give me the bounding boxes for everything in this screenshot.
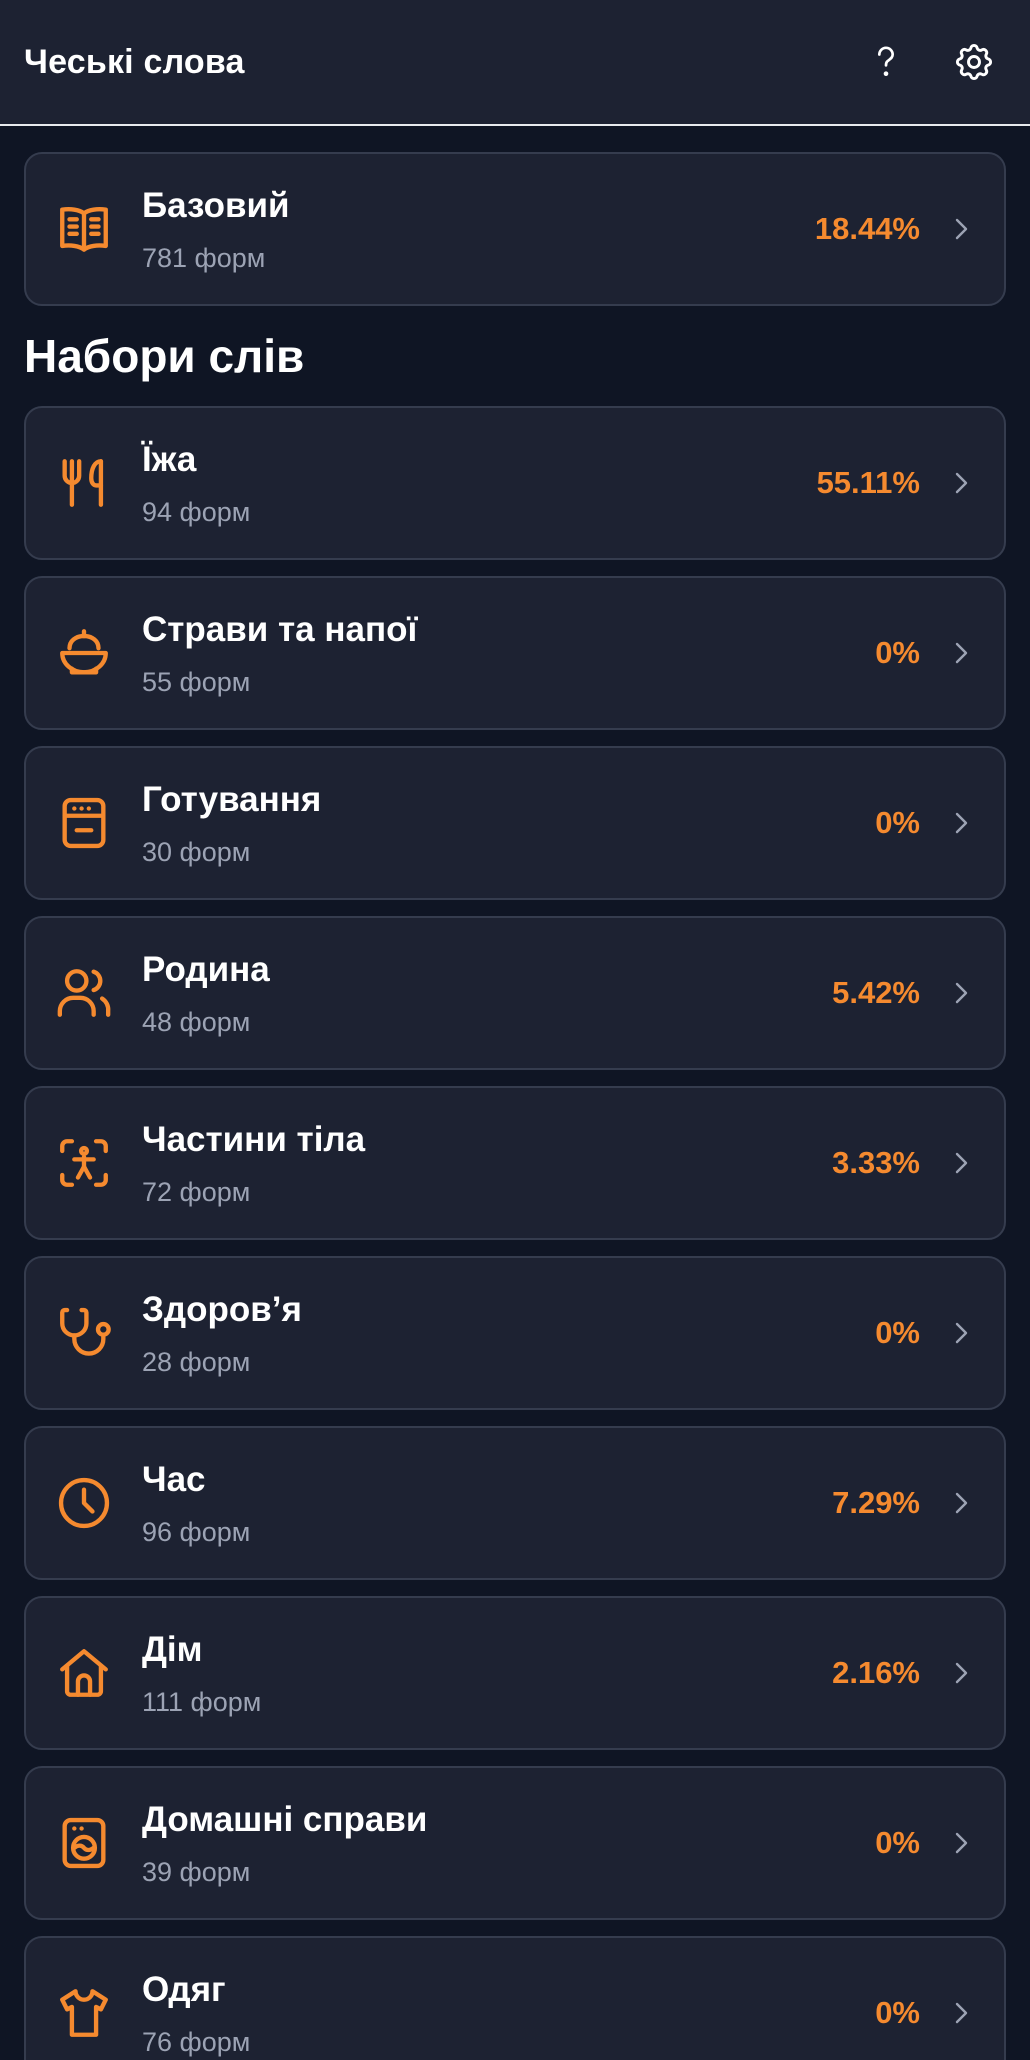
set-percent: 0% [875, 635, 920, 670]
main-content: Базовий 781 форм 18.44% Набори слів Їжа [0, 126, 1030, 2060]
set-title: Домашні справи [142, 1800, 428, 1839]
clock-icon [54, 1473, 114, 1533]
chevron-right-icon [948, 216, 974, 242]
book-icon [54, 199, 114, 259]
set-subtitle: 94 форм [142, 497, 251, 527]
set-percent: 0% [875, 1315, 920, 1350]
set-title: Готування [142, 780, 322, 819]
chevron-right-icon [948, 1320, 974, 1346]
set-title: Родина [142, 950, 270, 989]
set-text: Час 96 форм [142, 1459, 832, 1547]
app: Чеські слова Базовий 781 форм 18.44% Наб… [0, 0, 1030, 2060]
set-card-health[interactable]: Здоров’я 28 форм 0% [24, 1256, 1006, 1410]
set-text: Їжа 94 форм [142, 439, 817, 527]
set-subtitle: 111 форм [142, 1687, 262, 1717]
set-subtitle: 72 форм [142, 1177, 251, 1207]
featured-subtitle: 781 форм [142, 243, 266, 273]
featured-text: Базовий 781 форм [142, 185, 815, 273]
bowl-icon [54, 623, 114, 683]
featured-title: Базовий [142, 186, 290, 225]
house-icon [54, 1643, 114, 1703]
chevron-right-icon [948, 1830, 974, 1856]
set-text: Здоров’я 28 форм [142, 1289, 875, 1377]
set-percent: 2.16% [832, 1655, 920, 1690]
set-card-home[interactable]: Дім 111 форм 2.16% [24, 1596, 1006, 1750]
set-title: Одяг [142, 1970, 226, 2009]
chevron-right-icon [948, 1660, 974, 1686]
set-card-time[interactable]: Час 96 форм 7.29% [24, 1426, 1006, 1580]
chevron-right-icon [948, 2000, 974, 2026]
chevron-right-icon [948, 980, 974, 1006]
body-scan-icon [54, 1133, 114, 1193]
question-mark-icon [866, 42, 906, 82]
set-card-dishes[interactable]: Страви та напої 55 форм 0% [24, 576, 1006, 730]
set-text: Частини тіла 72 форм [142, 1119, 832, 1207]
oven-icon [54, 793, 114, 853]
set-percent: 0% [875, 1995, 920, 2030]
set-percent: 55.11% [816, 465, 920, 500]
set-title: Їжа [142, 440, 197, 479]
stethoscope-icon [54, 1303, 114, 1363]
set-title: Дім [142, 1630, 203, 1669]
set-text: Домашні справи 39 форм [142, 1799, 875, 1887]
set-title: Час [142, 1460, 206, 1499]
set-subtitle: 39 форм [142, 1857, 251, 1887]
chevron-right-icon [948, 1150, 974, 1176]
chevron-right-icon [948, 470, 974, 496]
set-title: Страви та напої [142, 610, 418, 649]
set-card-body-parts[interactable]: Частини тіла 72 форм 3.33% [24, 1086, 1006, 1240]
chevron-right-icon [948, 640, 974, 666]
set-subtitle: 48 форм [142, 1007, 251, 1037]
set-text: Страви та напої 55 форм [142, 609, 875, 697]
set-text: Одяг 76 форм [142, 1969, 875, 2057]
set-subtitle: 76 форм [142, 2027, 251, 2057]
set-percent: 3.33% [832, 1145, 920, 1180]
set-subtitle: 28 форм [142, 1347, 251, 1377]
set-text: Родина 48 форм [142, 949, 832, 1037]
app-title: Чеські слова [24, 42, 245, 81]
chevron-right-icon [948, 1490, 974, 1516]
app-header: Чеські слова [0, 0, 1030, 126]
set-title: Частини тіла [142, 1120, 366, 1159]
section-title: Набори слів [24, 330, 305, 382]
set-subtitle: 96 форм [142, 1517, 251, 1547]
set-percent: 7.29% [832, 1485, 920, 1520]
set-text: Дім 111 форм [142, 1629, 832, 1717]
chevron-right-icon [948, 810, 974, 836]
set-title: Здоров’я [142, 1290, 302, 1329]
featured-set-card[interactable]: Базовий 781 форм 18.44% [24, 152, 1006, 306]
gear-icon [952, 40, 996, 84]
set-percent: 5.42% [832, 975, 920, 1010]
set-card-family[interactable]: Родина 48 форм 5.42% [24, 916, 1006, 1070]
featured-percent: 18.44% [814, 211, 920, 246]
help-button[interactable] [854, 30, 918, 94]
set-card-cooking[interactable]: Готування 30 форм 0% [24, 746, 1006, 900]
shirt-icon [54, 1983, 114, 2043]
settings-button[interactable] [942, 30, 1006, 94]
utensils-icon [54, 453, 114, 513]
set-percent: 0% [875, 1825, 920, 1860]
set-text: Готування 30 форм [142, 779, 875, 867]
set-card-food[interactable]: Їжа 94 форм 55.11% [24, 406, 1006, 560]
users-icon [54, 963, 114, 1023]
washing-machine-icon [54, 1813, 114, 1873]
set-percent: 0% [875, 805, 920, 840]
set-card-chores[interactable]: Домашні справи 39 форм 0% [24, 1766, 1006, 1920]
set-card-clothes[interactable]: Одяг 76 форм 0% [24, 1936, 1006, 2060]
set-subtitle: 30 форм [142, 837, 251, 867]
set-subtitle: 55 форм [142, 667, 251, 697]
